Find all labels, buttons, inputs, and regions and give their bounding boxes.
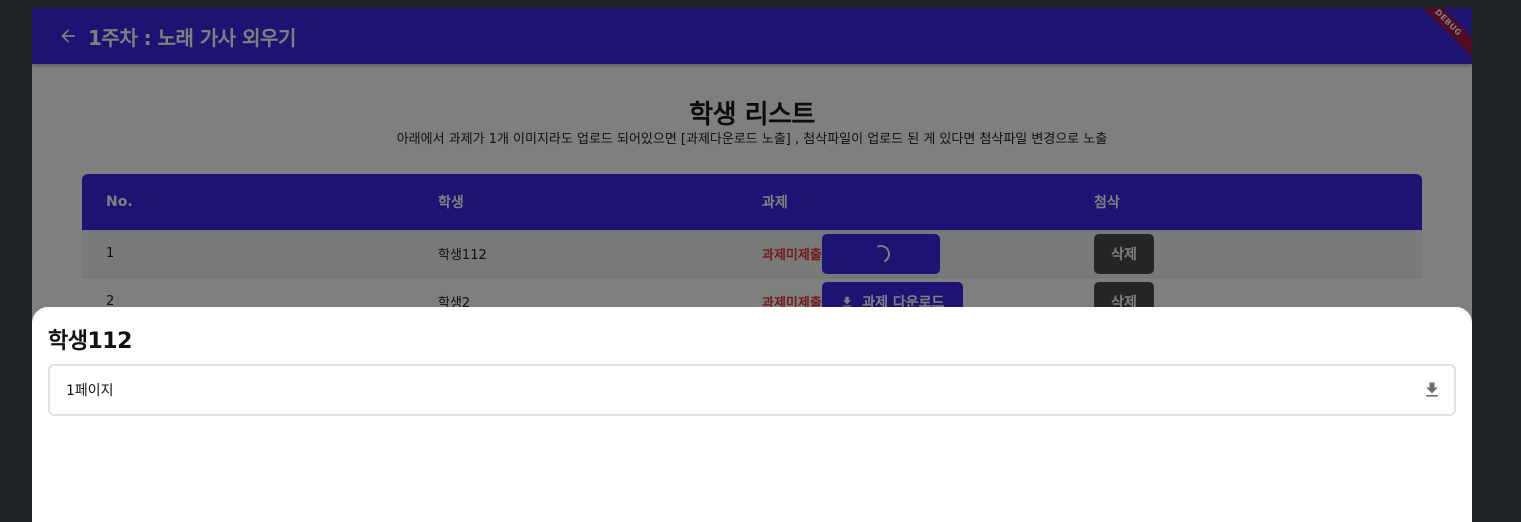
page-file-label: 1페이지 (66, 383, 114, 399)
bottom-sheet: 학생112 1페이지 (32, 307, 1472, 522)
download-icon[interactable] (1422, 380, 1442, 400)
page-file-item[interactable]: 1페이지 (48, 364, 1456, 416)
bottom-sheet-title: 학생112 (48, 329, 132, 354)
app-window: 1주차 : 노래 가사 외우기 DEBUG 학생 리스트 아래에서 과제가 1개… (32, 8, 1472, 522)
